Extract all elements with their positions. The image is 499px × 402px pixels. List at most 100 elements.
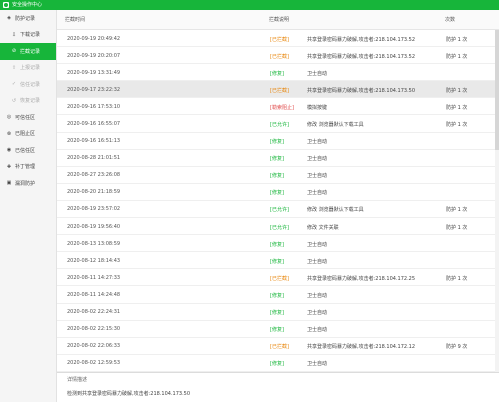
row-count: 防护 1 次	[446, 36, 468, 43]
row-status-tag: [修复]	[270, 292, 284, 299]
row-time: 2020-08-27 23:26:08	[67, 172, 121, 179]
sidebar-item-1[interactable]: ⇩ 下载记录	[0, 27, 56, 44]
table-row[interactable]: 2020-09-19 20:20:07 [已拦截] 共享登录密码暴力破解,攻击者:2…	[57, 47, 499, 65]
row-description: 卫士自动	[307, 361, 328, 368]
window-title: 安全操作中心	[12, 2, 43, 8]
row-status-tag: [修复]	[270, 173, 284, 180]
row-time: 2020-08-02 22:06:33	[67, 343, 121, 350]
record-list: 2020-09-19 20:49:42 [已拦截] 共享登录密码暴力破解,攻击者:2…	[57, 30, 499, 372]
table-row[interactable]: 2020-08-02 22:15:30 [修复] 卫士自动	[57, 321, 499, 338]
table-row[interactable]: 2020-08-19 23:57:02 [已允许] 修改 浏览器默认下载工具 防护 1…	[57, 201, 499, 219]
row-description: 卫士自动	[307, 70, 328, 77]
sidebar-item-label: 上报记录	[20, 65, 41, 72]
table-row[interactable]: 2020-08-12 18:14:43 [修复] 卫士自动	[57, 252, 499, 270]
row-status-tag: [修复]	[270, 139, 284, 146]
row-status-tag: [修复]	[270, 156, 284, 163]
sidebar-item-2[interactable]: ⊘ 拦截记录	[0, 43, 56, 60]
row-description: 卫士自动	[307, 173, 328, 180]
row-status-tag: [已允许]	[270, 224, 289, 231]
row-description: 共享登录密码暴力破解,攻击者:218.104.173.50	[307, 87, 416, 94]
sidebar-item-4[interactable]: ✓ 信任记录	[0, 76, 56, 93]
sidebar-item-3[interactable]: ⇧ 上报记录	[0, 60, 56, 77]
row-time: 2020-08-28 21:01:51	[67, 155, 121, 162]
scrollbar[interactable]	[495, 30, 499, 372]
table-row[interactable]: 2020-08-02 22:24:31 [修复] 卫士自动	[57, 304, 499, 321]
row-description: 修改 浏览器默认下载工具	[307, 121, 364, 128]
row-time: 2020-08-20 21:18:59	[67, 189, 121, 196]
sidebar-item-8[interactable]: ◉ 已信任区	[0, 142, 56, 159]
sidebar-item-label: 信任记录	[20, 81, 41, 88]
row-time: 2020-09-16 16:51:13	[67, 138, 121, 145]
header-time[interactable]: 拦截时间	[65, 16, 85, 23]
table-row[interactable]: 2020-08-02 12:59:53 [修复] 卫士自动	[57, 355, 499, 372]
sidebar: ◈ 防护记录 ⇩ 下载记录 ⊘ 拦截记录 ⇧ 上报记录 ✓ 信任记录 ↺ 恢复记录 ◎ 可信任区 ⊗ 已阻止区…	[0, 10, 57, 402]
row-status-tag: [勒索阻止]	[270, 104, 294, 111]
table-row[interactable]: 2020-09-19 13:31:49 [修复] 卫士自动	[57, 64, 499, 82]
sidebar-item-10[interactable]: ▣ 漏洞防护	[0, 175, 56, 192]
blocked-zone-icon: ⊗	[6, 130, 12, 137]
table-row[interactable]: 2020-08-13 13:08:59 [修复] 卫士自动	[57, 235, 499, 253]
row-description: 共享登录密码暴力破解,攻击者:218.104.172.25	[307, 275, 416, 282]
sidebar-item-label: 可信任区	[15, 114, 36, 121]
table-row[interactable]: 2020-08-11 14:24:48 [修复] 卫士自动	[57, 286, 499, 304]
row-description: 卫士自动	[307, 156, 328, 163]
row-count: 防护 1 次	[446, 121, 468, 128]
row-status-tag: [已允许]	[270, 121, 289, 128]
row-description: 卫士自动	[307, 310, 328, 316]
row-status-tag: [修复]	[270, 70, 284, 77]
row-count: 防护 1 次	[446, 224, 468, 231]
header-count[interactable]: 次数	[445, 16, 455, 23]
sidebar-item-5[interactable]: ↺ 恢复记录	[0, 93, 56, 110]
title-bar: 安全操作中心	[0, 0, 499, 10]
row-time: 2020-08-11 14:24:48	[67, 291, 121, 298]
table-row[interactable]: 2020-08-28 21:01:51 [修复] 卫士自动	[57, 150, 499, 167]
sidebar-item-label: 下载记录	[20, 32, 41, 39]
row-time: 2020-09-16 17:53:10	[67, 103, 121, 110]
sidebar-item-6[interactable]: ◎ 可信任区	[0, 109, 56, 126]
row-time: 2020-08-19 19:56:40	[67, 223, 121, 230]
sidebar-item-label: 拦截记录	[20, 48, 41, 55]
row-status-tag: [已拦截]	[270, 344, 289, 351]
row-description: 卫士自动	[307, 292, 328, 299]
sidebar-item-label: 已阻止区	[15, 131, 36, 138]
sidebar-item-9[interactable]: ✚ 补丁管理	[0, 159, 56, 176]
row-description: 卫士自动	[307, 139, 328, 146]
trusted-zone-icon: ◎	[6, 114, 12, 121]
row-status-tag: [修复]	[270, 361, 284, 368]
table-row[interactable]: 2020-08-19 19:56:40 [已允许] 修改 文件关联 防护 1 次	[57, 218, 499, 236]
sidebar-item-label: 补丁管理	[15, 164, 36, 171]
table-row[interactable]: 2020-08-02 22:06:33 [已拦截] 共享登录密码暴力破解,攻击者:2…	[57, 338, 499, 355]
table-row[interactable]: 2020-08-27 23:26:08 [修复] 卫士自动	[57, 167, 499, 184]
scroll-thumb[interactable]	[495, 30, 499, 150]
table-row[interactable]: 2020-08-20 21:18:59 [修复] 卫士自动	[57, 184, 499, 201]
row-status-tag: [修复]	[270, 241, 284, 248]
table-row[interactable]: 2020-08-11 14:27:33 [已拦截] 共享登录密码暴力破解,攻击者:2…	[57, 269, 499, 287]
row-count: 防护 1 次	[446, 275, 468, 282]
row-time: 2020-09-17 23:22:32	[67, 86, 121, 93]
row-status-tag: [修复]	[270, 327, 284, 334]
row-description: 共享登录密码暴力破解,攻击者:218.104.173.52	[307, 53, 416, 60]
row-status-tag: [已拦截]	[270, 275, 289, 282]
row-count: 防护 1 次	[446, 53, 468, 60]
row-time: 2020-08-13 13:08:59	[67, 240, 121, 247]
sidebar-item-0[interactable]: ◈ 防护记录	[0, 10, 56, 27]
row-count: 防护 1 次	[446, 104, 468, 111]
table-row[interactable]: 2020-09-19 20:49:42 [已拦截] 共享登录密码暴力破解,攻击者:2…	[57, 30, 499, 48]
row-description: 共享登录密码暴力破解,攻击者:218.104.173.52	[307, 36, 416, 43]
row-description: 卫士自动	[307, 241, 328, 248]
sidebar-item-7[interactable]: ⊗ 已阻止区	[0, 126, 56, 143]
table-row[interactable]: 2020-09-16 16:51:13 [修复] 卫士自动	[57, 133, 499, 150]
table-row[interactable]: 2020-09-17 23:22:32 [已拦截] 共享登录密码暴力破解,攻击者:2…	[57, 81, 499, 99]
table-row[interactable]: 2020-09-16 16:55:07 [已允许] 修改 浏览器默认下载工具 防护 1…	[57, 115, 499, 133]
download-icon: ⇩	[11, 31, 17, 38]
table-row[interactable]: 2020-09-16 17:53:10 [勒索阻止] 模拟按键 防护 1 次	[57, 98, 499, 116]
row-status-tag: [已拦截]	[270, 53, 289, 60]
row-status-tag: [已拦截]	[270, 87, 289, 94]
row-time: 2020-08-02 22:15:30	[67, 326, 121, 333]
row-description: 共享登录密码暴力破解,攻击者:218.104.172.12	[307, 344, 416, 351]
trust-icon: ✓	[11, 81, 17, 88]
table-header: 拦截时间 拦截说明 次数	[57, 10, 499, 30]
header-desc[interactable]: 拦截说明	[269, 16, 289, 23]
trusted-icon: ◉	[6, 147, 12, 154]
row-description: 修改 浏览器默认下载工具	[307, 207, 364, 214]
